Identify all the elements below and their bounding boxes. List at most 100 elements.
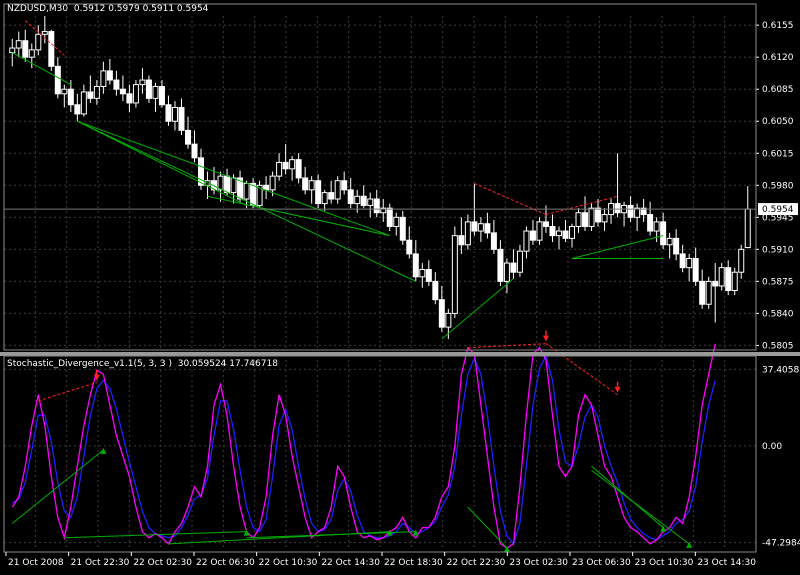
bull-candle bbox=[28, 49, 35, 58]
bull-candle bbox=[523, 230, 530, 252]
bear-candle bbox=[497, 248, 504, 282]
bull-candle bbox=[132, 84, 139, 104]
bear-candle bbox=[484, 223, 491, 234]
bull-candle bbox=[243, 182, 250, 200]
y-tick-label: 0.6120 bbox=[762, 53, 794, 63]
bull-candle bbox=[516, 250, 523, 273]
bear-candle bbox=[438, 299, 445, 328]
bear-candle bbox=[425, 268, 432, 282]
bull-candle bbox=[451, 235, 458, 314]
bear-candle bbox=[660, 221, 667, 246]
bearish-arrow-marker bbox=[614, 386, 621, 393]
bull-candle bbox=[731, 271, 738, 292]
bullish-divergence-line bbox=[77, 120, 390, 237]
bull-candle bbox=[367, 198, 374, 206]
bullish-divergence-line bbox=[591, 469, 690, 545]
bear-candle bbox=[386, 207, 393, 227]
bear-candle bbox=[282, 161, 289, 170]
main-chart-title: NZDUSD,M30 0.5912 0.5979 0.5911 0.5954 bbox=[7, 4, 209, 14]
bear-candle bbox=[562, 230, 569, 239]
bull-candle bbox=[15, 40, 22, 49]
bear-candle bbox=[126, 93, 133, 104]
bull-candle bbox=[289, 159, 296, 170]
y-tick-label: 0.5980 bbox=[762, 181, 794, 191]
bear-candle bbox=[198, 157, 205, 186]
indicator-title: Stochastic_Divergence_v1.1(5, 3, 3 ) 30.… bbox=[7, 359, 278, 369]
bull-candle bbox=[738, 248, 745, 273]
bull-candle bbox=[354, 195, 361, 205]
bull-candle bbox=[308, 180, 315, 191]
bull-candle bbox=[419, 268, 426, 278]
bear-candle bbox=[679, 253, 686, 269]
bear-candle bbox=[373, 198, 380, 214]
bear-candle bbox=[647, 214, 654, 232]
bull-candle bbox=[464, 221, 471, 246]
bull-candle bbox=[575, 212, 582, 227]
x-tick-label: 21 Oct 2008 bbox=[8, 558, 64, 568]
bull-candle bbox=[536, 221, 543, 241]
bull-candle bbox=[269, 175, 276, 191]
bearish-divergence-line bbox=[474, 182, 547, 216]
bear-candle bbox=[178, 107, 185, 131]
bear-candle bbox=[529, 230, 536, 241]
x-tick-label: 22 Oct 22:30 bbox=[447, 558, 506, 568]
bullish-divergence-line bbox=[571, 235, 664, 259]
bull-candle bbox=[80, 91, 87, 115]
x-tick-label: 22 Oct 10:30 bbox=[259, 558, 318, 568]
bear-candle bbox=[224, 175, 231, 194]
bear-candle bbox=[191, 143, 198, 159]
indicator-grid bbox=[3, 360, 757, 548]
bear-candle bbox=[432, 280, 439, 301]
panel-separator bbox=[0, 352, 800, 356]
current-price-label: 0.5954 bbox=[762, 205, 794, 215]
y-tick-label: 0.6085 bbox=[762, 85, 794, 95]
bear-candle bbox=[549, 225, 556, 237]
bull-candle bbox=[744, 208, 751, 249]
bear-candle bbox=[471, 221, 478, 232]
bull-candle bbox=[477, 223, 484, 232]
bull-candle bbox=[718, 267, 725, 287]
indicator-tick-label: 0.00 bbox=[762, 442, 782, 452]
main-chart-grid bbox=[3, 16, 757, 350]
bullish-arrow-marker bbox=[100, 447, 107, 454]
bear-candle bbox=[510, 262, 517, 273]
bear-candle bbox=[347, 189, 354, 205]
bull-candle bbox=[334, 180, 341, 200]
bear-candle bbox=[582, 212, 589, 227]
x-tick-label: 23 Oct 10:30 bbox=[635, 558, 694, 568]
bear-candle bbox=[490, 232, 497, 250]
bear-candle bbox=[699, 280, 706, 305]
chart-canvas: 0.6155 0.6120 0.6085 0.6050 0.6015 0.5980 0.59… bbox=[0, 3, 800, 568]
bear-candle bbox=[341, 180, 348, 191]
bull-candle bbox=[41, 31, 48, 35]
bear-candle bbox=[158, 85, 165, 106]
bull-candle bbox=[393, 216, 400, 227]
bull-candle bbox=[445, 312, 452, 328]
bull-candle bbox=[9, 47, 16, 54]
bull-candle bbox=[555, 230, 562, 237]
y-tick-label: 0.5910 bbox=[762, 245, 794, 255]
bull-candle bbox=[686, 257, 693, 269]
x-tick-label: 23 Oct 06:30 bbox=[572, 558, 631, 568]
bear-candle bbox=[119, 88, 126, 95]
bear-candle bbox=[54, 65, 61, 95]
bull-candle bbox=[276, 161, 283, 177]
x-tick-label: 23 Oct 02:30 bbox=[509, 558, 568, 568]
bull-candle bbox=[230, 177, 237, 194]
bull-candle bbox=[152, 85, 159, 99]
bear-candle bbox=[595, 207, 602, 223]
bear-candle bbox=[360, 195, 367, 206]
bear-candle bbox=[712, 280, 719, 287]
y-tick-label: 0.5840 bbox=[762, 309, 794, 319]
y-tick-label: 0.5805 bbox=[762, 341, 794, 351]
bear-candle bbox=[328, 192, 335, 200]
bear-candle bbox=[542, 221, 549, 227]
bull-candle bbox=[93, 85, 100, 99]
bear-candle bbox=[87, 91, 94, 99]
bear-candle bbox=[412, 253, 419, 278]
bear-candle bbox=[48, 31, 55, 67]
bull-candle bbox=[503, 262, 510, 282]
bear-candle bbox=[725, 267, 732, 292]
bearish-divergence-line bbox=[545, 195, 618, 216]
bear-candle bbox=[165, 104, 172, 122]
